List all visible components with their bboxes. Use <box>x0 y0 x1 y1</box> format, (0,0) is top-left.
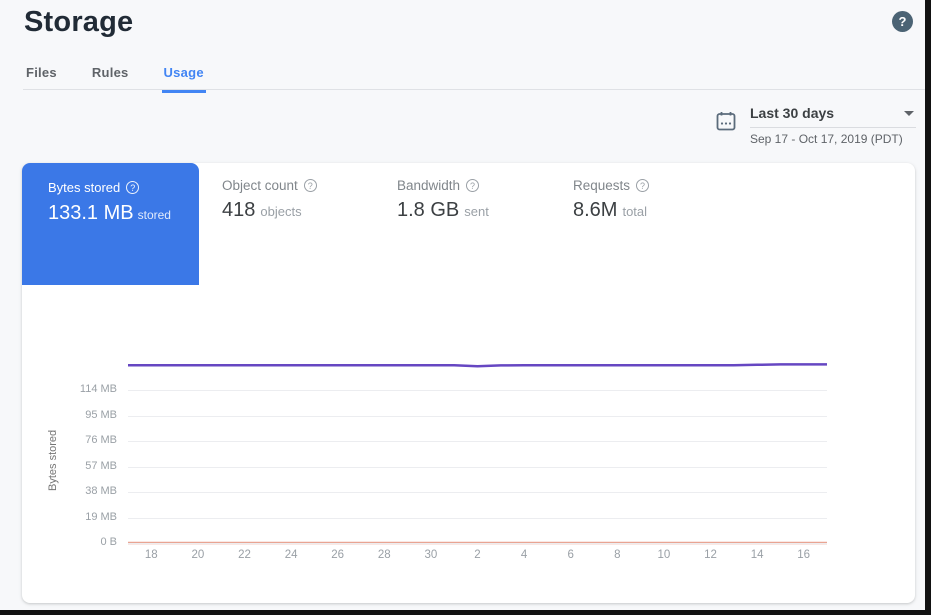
date-range-detail: Sep 17 - Oct 17, 2019 (PDT) <box>750 132 916 146</box>
page-title: Storage <box>24 6 133 39</box>
x-tick-label: 8 <box>597 549 637 561</box>
gridline <box>128 416 827 417</box>
gridline <box>128 543 827 544</box>
x-tick-label: 4 <box>504 549 544 561</box>
y-tick-label: 0 B <box>22 536 117 548</box>
x-tick-label: 16 <box>784 549 824 561</box>
y-tick-label: 95 MB <box>22 409 117 421</box>
question-mark-icon: ? <box>899 14 907 29</box>
x-tick-label: 6 <box>551 549 591 561</box>
help-button[interactable]: ? <box>892 11 913 32</box>
date-range-select[interactable]: Last 30 days Sep 17 - Oct 17, 2019 (PDT) <box>750 105 916 146</box>
y-tick-label: 38 MB <box>22 485 117 497</box>
y-tick-label: 114 MB <box>22 383 117 395</box>
tab-divider <box>23 89 925 90</box>
y-tick-label: 57 MB <box>22 460 117 472</box>
gridline <box>128 390 827 391</box>
x-tick-label: 22 <box>225 549 265 561</box>
chart: Bytes stored 0 B19 MB38 MB57 MB76 MB95 M… <box>22 163 915 603</box>
chevron-down-icon <box>904 111 914 116</box>
x-tick-label: 28 <box>364 549 404 561</box>
x-tick-label: 2 <box>458 549 498 561</box>
x-tick-label: 26 <box>318 549 358 561</box>
gridline <box>128 441 827 442</box>
x-tick-label: 18 <box>131 549 171 561</box>
y-tick-label: 19 MB <box>22 511 117 523</box>
gridline <box>128 467 827 468</box>
gridline <box>128 492 827 493</box>
x-tick-label: 12 <box>691 549 731 561</box>
window-edge-bottom <box>0 610 931 615</box>
y-tick-label: 76 MB <box>22 434 117 446</box>
x-tick-label: 10 <box>644 549 684 561</box>
chart-svg <box>22 163 915 603</box>
date-range-value: Last 30 days <box>750 105 834 121</box>
calendar-icon <box>716 111 736 131</box>
bytes-stored-series-line <box>128 364 827 366</box>
x-tick-label: 24 <box>271 549 311 561</box>
x-tick-label: 14 <box>737 549 777 561</box>
usage-card: Bytes stored ? 133.1 MBstored Object cou… <box>22 163 915 603</box>
window-edge-right <box>925 0 931 615</box>
x-tick-label: 30 <box>411 549 451 561</box>
x-tick-label: 20 <box>178 549 218 561</box>
gridline <box>128 518 827 519</box>
